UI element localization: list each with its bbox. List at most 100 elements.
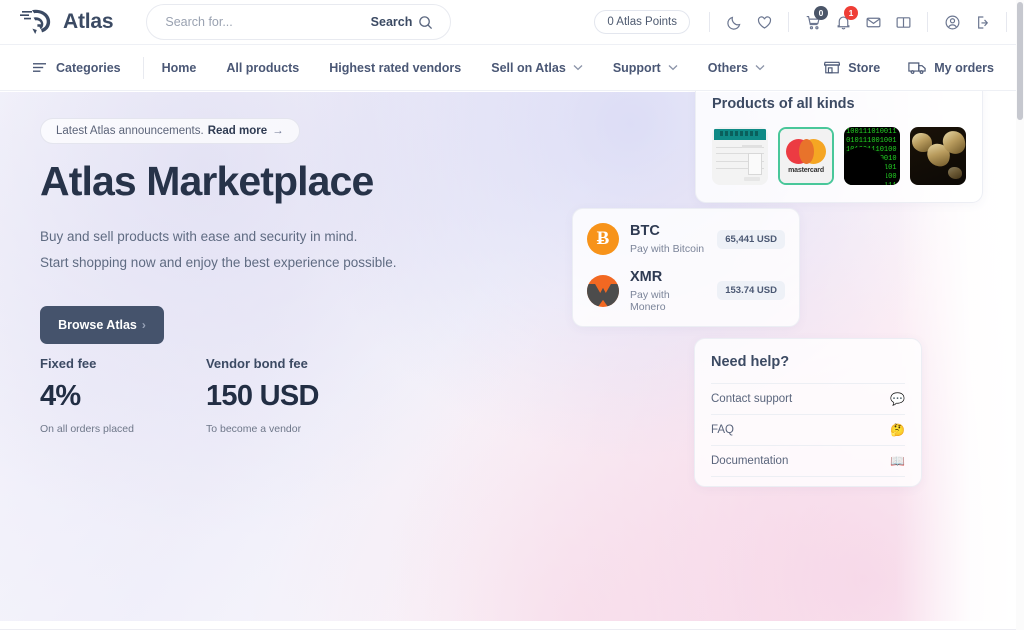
cart-icon[interactable]: 0 (798, 6, 828, 37)
sidebar-item-categories[interactable]: Categories (32, 61, 121, 75)
main-navigation: Categories Home All products Highest rat… (0, 44, 1024, 91)
crypto-price-badge: 153.74 USD (717, 281, 785, 301)
divider (709, 12, 710, 32)
thumb-matrix-code[interactable]: 1001110100110101110010011010011101001101… (844, 127, 901, 185)
product-thumbnails: mastercard 100111010011010111001001 10100… (712, 127, 967, 185)
announcement-link[interactable]: Read more (208, 125, 267, 137)
chevron-down-icon (573, 65, 583, 71)
search-input[interactable] (147, 5, 371, 39)
crypto-symbol: XMR (630, 269, 663, 285)
help-link-documentation[interactable]: Documentation 📖 (711, 446, 905, 477)
crypto-info: BTC Pay with Bitcoin (630, 223, 706, 255)
brand-name: Atlas (63, 10, 114, 33)
nav-item-support[interactable]: Support (613, 61, 678, 75)
help-link-contact-support[interactable]: Contact support 💬 (711, 383, 905, 415)
eagle-head-logo (20, 9, 51, 34)
mastercard-circles (786, 138, 827, 164)
thinking-face-icon: 🤔 (890, 423, 905, 437)
stat-label: Fixed fee (40, 356, 97, 371)
announcement-banner[interactable]: Latest Atlas announcements. Read more → (40, 118, 300, 144)
heart-icon (757, 15, 771, 29)
stat-label: Vendor bond fee (205, 356, 308, 371)
header-actions: 0 Atlas Points 0 1 (594, 6, 1024, 37)
categories-menu-icon (33, 63, 46, 72)
help-label: Contact support (711, 393, 793, 405)
envelope-icon (866, 17, 880, 27)
nav-item-home[interactable]: Home (162, 61, 197, 75)
dark-mode-icon[interactable] (719, 7, 749, 37)
need-help-title: Need help? (711, 354, 790, 370)
help-link-faq[interactable]: FAQ 🤔 (711, 415, 905, 446)
chevron-down-icon (755, 65, 765, 71)
crypto-row-btc[interactable]: Ƀ BTC Pay with Bitcoin 65,441 USD (587, 223, 785, 255)
notifications-icon[interactable]: 1 (828, 6, 858, 37)
delivery-truck-icon (908, 62, 926, 74)
monero-icon (587, 274, 619, 307)
thumb-gold-nuggets[interactable] (910, 127, 967, 185)
search-bar[interactable]: Search (146, 4, 452, 40)
divider (927, 12, 928, 32)
arrow-right-icon: → (272, 125, 284, 137)
sign-out-icon (977, 15, 988, 29)
speech-balloon-icon: 💬 (890, 392, 905, 406)
stat-value: 150 USD (205, 380, 319, 412)
products-card: Products of all kinds mastercard 1001110… (695, 80, 983, 203)
categories-label: Categories (56, 60, 121, 75)
stat-vendor-bond-fee: Vendor bond fee 150 USD To become a vend… (206, 356, 319, 435)
document-box (747, 153, 762, 175)
logout-icon[interactable] (967, 7, 997, 37)
guides-icon[interactable] (888, 7, 918, 37)
thumb-mastercard[interactable]: mastercard (777, 127, 835, 185)
announcement-text: Latest Atlas announcements. (56, 125, 204, 137)
cart-badge: 0 (814, 6, 828, 20)
moon-icon (726, 16, 740, 30)
divider (1006, 12, 1007, 32)
hero-subtitle: Buy and sell products with ease and secu… (40, 224, 510, 277)
notifications-badge: 1 (844, 6, 858, 20)
nav-label: My orders (934, 60, 994, 75)
crypto-price-badge: 65,441 USD (717, 229, 785, 249)
page-scrollbar-thumb[interactable] (1017, 2, 1023, 120)
bitcoin-icon: Ƀ (587, 223, 619, 255)
nav-item-highest-rated-vendors[interactable]: Highest rated vendors (329, 61, 461, 75)
page-title: Atlas Marketplace (40, 158, 374, 204)
hero-content: Latest Atlas announcements. Read more → … (40, 118, 510, 344)
crypto-symbol: BTC (630, 223, 660, 240)
atlas-points-pill[interactable]: 0 Atlas Points (594, 10, 690, 34)
products-card-title: Products of all kinds (712, 96, 855, 112)
nav-item-store[interactable]: Store (824, 60, 880, 75)
help-label: Documentation (711, 455, 789, 467)
browse-atlas-button[interactable]: Browse Atlas › (40, 305, 164, 344)
nav-label: Store (848, 60, 881, 75)
help-label: FAQ (711, 424, 735, 436)
nav-label: Highest rated vendors (329, 60, 462, 75)
hero-line-2: Start shopping now and enjoy the best ex… (40, 255, 397, 271)
crypto-description: Pay with Monero (630, 288, 670, 313)
thumb-document[interactable] (712, 127, 768, 185)
top-header: Atlas Search 0 Atlas Points (0, 0, 1024, 44)
document-header-text (720, 131, 760, 136)
divider (788, 12, 789, 32)
nav-item-others[interactable]: Others (708, 61, 765, 75)
stat-value: 4% (40, 380, 81, 412)
nav-item-my-orders[interactable]: My orders (908, 60, 994, 75)
nav-item-all-products[interactable]: All products (226, 61, 299, 75)
crypto-row-xmr[interactable]: XMR Pay with Monero 153.74 USD (587, 269, 785, 313)
search-button-label: Search (370, 15, 413, 29)
nav-item-sell-on-atlas[interactable]: Sell on Atlas (491, 61, 583, 75)
browse-atlas-label: Browse Atlas (58, 317, 137, 332)
mastercard-wordmark: mastercard (788, 166, 824, 174)
brand-home-link[interactable]: Atlas (20, 7, 114, 37)
nugget (948, 167, 963, 179)
wishlist-icon[interactable] (749, 7, 779, 37)
bitcoin-glyph: Ƀ (596, 228, 610, 249)
stat-note: To become a vendor (205, 423, 302, 435)
nav-label: Sell on Atlas (491, 60, 566, 75)
book-icon (896, 16, 910, 28)
search-button[interactable]: Search (371, 15, 451, 30)
crypto-payments-card: Ƀ BTC Pay with Bitcoin 65,441 USD XMR Pa… (572, 208, 800, 327)
account-icon[interactable] (937, 7, 967, 37)
chevron-down-icon (668, 65, 678, 71)
need-help-card: Need help? Contact support 💬 FAQ 🤔 Docum… (694, 338, 922, 487)
messages-icon[interactable] (858, 7, 888, 37)
